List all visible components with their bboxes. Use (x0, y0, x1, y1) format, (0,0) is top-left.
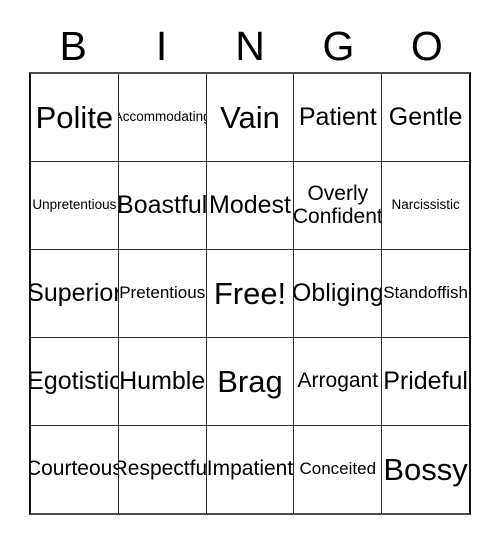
bingo-cell-label: Patient (298, 103, 377, 131)
bingo-cell-label: Impatient (206, 457, 294, 481)
bingo-cell[interactable]: Conceited (293, 426, 381, 513)
bingo-cell[interactable]: Arrogant (293, 338, 381, 425)
bingo-cell[interactable]: Humble (117, 338, 206, 425)
bingo-cell-label: Polite (35, 99, 114, 135)
bingo-cell-free[interactable]: Free! (205, 250, 294, 337)
bingo-row: Unpretentious Boastful Modest Overly Con… (31, 161, 469, 249)
bingo-header: B I N G O (29, 20, 471, 72)
bingo-cell-label: Boastful (117, 191, 206, 219)
bingo-row: Courteous Respectful Impatient Conceited… (31, 425, 469, 513)
bingo-cell-label: Vain (220, 99, 280, 135)
bingo-cell-label: Arrogant (297, 369, 379, 393)
bingo-cell-label: Overly Confident (293, 181, 382, 228)
bingo-cell-label: Standoffish (383, 283, 468, 303)
bingo-cell-label: Accommodating (117, 109, 206, 125)
bingo-cell-label: Egotistic (31, 367, 118, 395)
bingo-row: Polite Accommodating Vain Patient Gentle (31, 74, 469, 161)
bingo-cell-label: Courteous (31, 457, 118, 481)
bingo-cell-label: Prideful (383, 367, 468, 395)
bingo-cell[interactable]: Modest (205, 162, 294, 249)
header-letter-i: I (155, 22, 168, 69)
header-letter-b: B (59, 22, 87, 69)
bingo-cell[interactable]: Gentle (381, 74, 469, 161)
bingo-cell[interactable]: Bossy (381, 426, 469, 513)
bingo-cell-label: Pretentious (119, 283, 206, 303)
header-letter-n: N (235, 22, 265, 69)
bingo-cell[interactable]: Prideful (381, 338, 469, 425)
bingo-cell[interactable]: Impatient (205, 426, 294, 513)
bingo-cell-label: Respectful (117, 457, 206, 481)
bingo-grid: Polite Accommodating Vain Patient Gentle… (29, 72, 471, 515)
header-letter-o: O (410, 22, 443, 69)
bingo-cell[interactable]: Vain (205, 74, 294, 161)
bingo-cell-label: Narcissistic (391, 197, 460, 213)
bingo-cell-label: Unpretentious (32, 197, 117, 213)
bingo-cell[interactable]: Polite (31, 74, 118, 161)
bingo-cell-label: Conceited (299, 459, 377, 479)
bingo-cell[interactable]: Overly Confident (293, 162, 381, 249)
bingo-cell[interactable]: Pretentious (117, 250, 206, 337)
bingo-cell[interactable]: Accommodating (117, 74, 206, 161)
bingo-cell[interactable]: Obliging (293, 250, 381, 337)
bingo-cell-label: Obliging (293, 279, 382, 307)
bingo-cell[interactable]: Patient (293, 74, 381, 161)
bingo-cell-label: Humble (119, 367, 206, 395)
bingo-cell[interactable]: Brag (205, 338, 294, 425)
bingo-cell[interactable]: Superior (31, 250, 118, 337)
bingo-cell[interactable]: Egotistic (31, 338, 118, 425)
bingo-cell-label: Bossy (383, 451, 468, 487)
bingo-card: B I N G O Polite Accommodating Vain Pati… (0, 0, 500, 544)
bingo-cell[interactable]: Courteous (31, 426, 118, 513)
bingo-row: Superior Pretentious Free! Obliging Stan… (31, 249, 469, 337)
bingo-cell-label: Modest (209, 191, 291, 219)
bingo-cell-label: Free! (213, 275, 287, 311)
bingo-cell[interactable]: Unpretentious (31, 162, 118, 249)
bingo-cell-label: Superior (31, 279, 118, 307)
bingo-cell-label: Gentle (388, 103, 463, 131)
header-letter-g: G (322, 22, 355, 69)
bingo-cell[interactable]: Standoffish (381, 250, 469, 337)
bingo-cell[interactable]: Respectful (117, 426, 206, 513)
bingo-cell[interactable]: Boastful (117, 162, 206, 249)
bingo-cell[interactable]: Narcissistic (381, 162, 469, 249)
bingo-cell-label: Brag (217, 363, 283, 399)
bingo-row: Egotistic Humble Brag Arrogant Prideful (31, 337, 469, 425)
